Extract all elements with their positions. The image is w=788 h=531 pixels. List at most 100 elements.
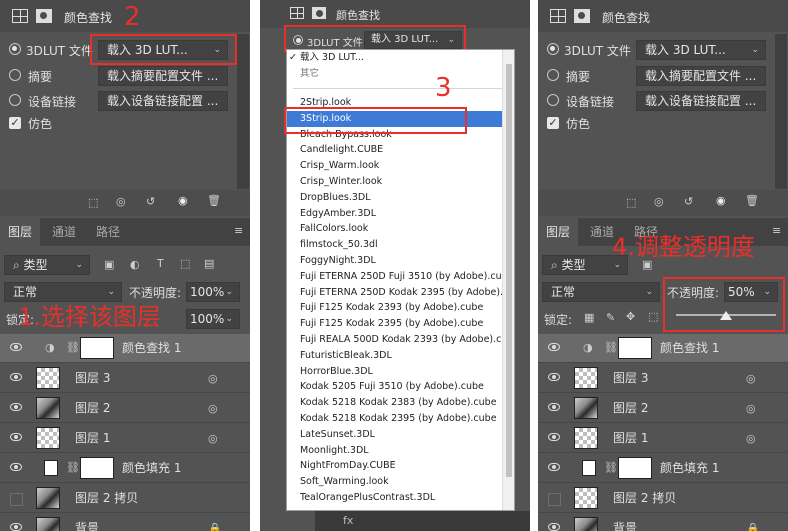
dither-checkbox[interactable]: ✓ xyxy=(9,117,21,129)
menu-item-lut[interactable]: Candlelight.CUBE xyxy=(300,142,383,158)
properties-scrollbar[interactable] xyxy=(775,34,787,189)
menu-item-lut[interactable]: Moonlight.3DL xyxy=(300,443,369,459)
device-link-radio[interactable] xyxy=(547,94,559,106)
lut-file-radio[interactable] xyxy=(9,43,21,55)
eye-icon[interactable] xyxy=(548,373,560,381)
smart-filter-icon[interactable]: ◎ xyxy=(208,402,218,415)
menu-scroll-thumb[interactable] xyxy=(506,64,512,477)
visibility-icon[interactable]: ◉ xyxy=(178,194,188,207)
eye-icon[interactable] xyxy=(548,343,560,351)
layer-background[interactable]: 背景 🔒 xyxy=(538,514,788,531)
menu-item-lut[interactable]: FuturisticBleak.3DL xyxy=(300,348,392,364)
clip-to-layer-icon[interactable]: ⬚ xyxy=(88,196,98,209)
menu-item-lut[interactable]: Fuji REALA 500D Kodak 2393 (by Adobe).cu… xyxy=(300,332,514,348)
menu-item-lut[interactable]: Fuji F125 Kodak 2395 (by Adobe).cube xyxy=(300,316,483,332)
hidden-eye-icon[interactable] xyxy=(548,493,561,506)
menu-item-lut[interactable]: Fuji ETERNA 250D Fuji 3510 (by Adobe).cu… xyxy=(300,269,514,285)
panel-menu-icon[interactable]: ≡ xyxy=(772,224,781,237)
fill-field[interactable]: 100% ⌄ xyxy=(186,309,240,329)
panel-menu-icon[interactable]: ≡ xyxy=(234,224,243,237)
lut-file-dropdown[interactable]: 载入 3D LUT... ⌄ xyxy=(636,40,766,60)
menu-item-lut[interactable]: filmstock_50.3dl xyxy=(300,237,378,253)
tab-channels[interactable]: 通道 xyxy=(590,218,614,246)
trash-icon[interactable]: 🗑 xyxy=(207,194,221,207)
eye-icon[interactable] xyxy=(548,523,560,531)
eye-icon[interactable] xyxy=(10,523,22,531)
layer-2[interactable]: 图层 2 ◎ xyxy=(538,394,788,423)
menu-item-lut[interactable]: Fuji ETERNA 250D Kodak 2395 (by Adobe).c… xyxy=(300,285,514,301)
hidden-eye-icon[interactable] xyxy=(10,493,23,506)
menu-item-lut[interactable]: HorrorBlue.3DL xyxy=(300,364,373,380)
view-previous-icon[interactable]: ◎ xyxy=(654,195,664,208)
eye-icon[interactable] xyxy=(10,343,22,351)
abstract-dropdown[interactable]: 载入摘要配置文件 ... xyxy=(98,66,228,86)
menu-item-lut[interactable]: Soft_Warming.look xyxy=(300,474,389,490)
shape-filter-icon[interactable]: ⬚ xyxy=(180,257,190,270)
reset-icon[interactable]: ↺ xyxy=(146,195,155,208)
eye-icon[interactable] xyxy=(10,403,22,411)
eye-icon[interactable] xyxy=(548,433,560,441)
tab-channels[interactable]: 通道 xyxy=(52,218,76,246)
smart-filter-icon[interactable]: ◎ xyxy=(746,432,756,445)
mask-icon[interactable] xyxy=(574,9,590,23)
layer-background[interactable]: 背景 🔒 xyxy=(0,514,250,531)
menu-item-lut[interactable]: LateSunset.3DL xyxy=(300,427,375,443)
layer-color-fill[interactable]: ⛓ 颜色填充 1 xyxy=(0,454,250,483)
menu-item-lut[interactable]: FoggyNight.3DL xyxy=(300,253,376,269)
menu-item-lut[interactable]: Kodak 5218 Kodak 2395 (by Adobe).cube xyxy=(300,411,497,427)
smart-filter-icon[interactable]: ◎ xyxy=(208,372,218,385)
tab-layers[interactable]: 图层 xyxy=(0,218,41,246)
fx-icon[interactable]: fx xyxy=(343,514,353,527)
layer-color-lookup[interactable]: ◑ ⛓ 颜色查找 1 xyxy=(538,334,788,363)
layer-color-fill[interactable]: ⛓ 颜色填充 1 xyxy=(538,454,788,483)
menu-item-lut[interactable]: Crisp_Winter.look xyxy=(300,174,382,190)
lock-transparent-icon[interactable]: ▦ xyxy=(584,311,594,324)
menu-item-lut[interactable]: Kodak 5205 Fuji 3510 (by Adobe).cube xyxy=(300,379,484,395)
mask-icon[interactable] xyxy=(312,7,326,19)
adjustment-grid-icon[interactable] xyxy=(550,9,566,23)
opacity-field[interactable]: 100% ⌄ xyxy=(186,282,240,302)
device-link-dropdown[interactable]: 载入设备链接配置 ... xyxy=(98,91,228,111)
device-link-radio[interactable] xyxy=(9,94,21,106)
device-link-dropdown[interactable]: 载入设备链接配置 ... xyxy=(636,91,766,111)
abstract-radio[interactable] xyxy=(547,69,559,81)
lock-artboard-icon[interactable]: ⬚ xyxy=(648,310,658,323)
mask-icon[interactable] xyxy=(36,9,52,23)
abstract-radio[interactable] xyxy=(9,69,21,81)
pixel-filter-icon[interactable]: ▣ xyxy=(104,258,114,271)
dither-checkbox[interactable]: ✓ xyxy=(547,117,559,129)
menu-item-lut[interactable]: Crisp_Warm.look xyxy=(300,158,379,174)
menu-item-lut[interactable]: TealOrangePlusContrast.3DL xyxy=(300,490,435,506)
menu-item-load-lut[interactable]: 载入 3D LUT... xyxy=(300,50,364,66)
layer-3[interactable]: 图层 3 ◎ xyxy=(538,364,788,393)
adjustment-filter-icon[interactable]: ◐ xyxy=(130,258,140,271)
pixel-filter-icon[interactable]: ▣ xyxy=(642,258,652,271)
smart-filter-icon[interactable]: ◎ xyxy=(208,432,218,445)
menu-item-lut[interactable]: EdgyAmber.3DL xyxy=(300,206,376,222)
layer-color-lookup[interactable]: ◑ ⛓ 颜色查找 1 xyxy=(0,334,250,363)
layer-1[interactable]: 图层 1 ◎ xyxy=(538,424,788,453)
layer-1[interactable]: 图层 1 ◎ xyxy=(0,424,250,453)
menu-item-lut[interactable]: Fuji F125 Kodak 2393 (by Adobe).cube xyxy=(300,300,483,316)
layer-2-copy[interactable]: 图层 2 拷贝 xyxy=(538,484,788,513)
menu-item-lut[interactable]: DropBlues.3DL xyxy=(300,190,371,206)
eye-icon[interactable] xyxy=(548,463,560,471)
eye-icon[interactable] xyxy=(10,463,22,471)
tab-paths[interactable]: 路径 xyxy=(96,218,120,246)
menu-scrollbar[interactable] xyxy=(502,50,514,510)
menu-item-lut[interactable]: NightFromDay.CUBE xyxy=(300,458,396,474)
eye-icon[interactable] xyxy=(10,373,22,381)
trash-icon[interactable]: 🗑 xyxy=(745,194,759,207)
layer-2[interactable]: 图层 2 ◎ xyxy=(0,394,250,423)
layer-2-copy[interactable]: 图层 2 拷贝 xyxy=(0,484,250,513)
adjustment-grid-icon[interactable] xyxy=(12,9,28,23)
blend-mode-dropdown[interactable]: 正常 ⌄ xyxy=(542,282,660,302)
layer-3[interactable]: 图层 3 ◎ xyxy=(0,364,250,393)
clip-to-layer-icon[interactable]: ⬚ xyxy=(626,196,636,209)
layer-filter-dropdown[interactable]: ⌕ 类型 ⌄ xyxy=(4,255,90,275)
eye-icon[interactable] xyxy=(10,433,22,441)
layer-filter-dropdown[interactable]: ⌕ 类型 ⌄ xyxy=(542,255,628,275)
view-previous-icon[interactable]: ◎ xyxy=(116,195,126,208)
smart-filter-icon[interactable]: ◎ xyxy=(746,402,756,415)
visibility-icon[interactable]: ◉ xyxy=(716,194,726,207)
